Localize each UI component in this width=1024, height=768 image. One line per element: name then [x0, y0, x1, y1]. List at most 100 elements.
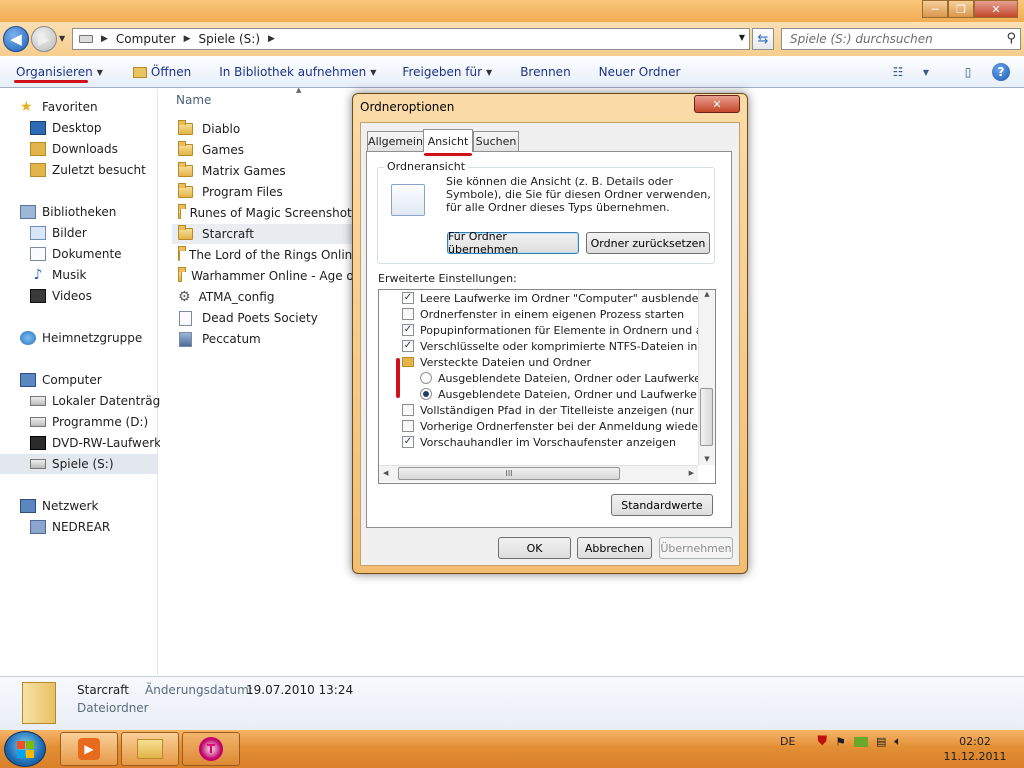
- checkbox-unchecked[interactable]: [402, 308, 414, 320]
- column-header-name[interactable]: Name: [176, 93, 211, 107]
- preview-pane-icon[interactable]: ▯: [958, 63, 978, 81]
- volume-icon[interactable]: 🔈︎: [894, 734, 901, 749]
- cancel-button[interactable]: Abbrechen: [577, 537, 652, 559]
- libraries-icon: [20, 205, 36, 219]
- nav-network[interactable]: Netzwerk: [20, 496, 177, 516]
- list-item[interactable]: Matrix Games: [172, 161, 358, 181]
- breadcrumb-separator[interactable]: ▶: [101, 34, 108, 44]
- antivirus-icon[interactable]: ⛊: [817, 734, 827, 749]
- image-file-icon: [179, 331, 192, 347]
- share-with-button[interactable]: Freigeben für ▼: [402, 65, 492, 79]
- restore-defaults-button[interactable]: Standardwerte: [611, 494, 713, 516]
- network-tray-icon[interactable]: ▤: [876, 735, 886, 748]
- tab-view[interactable]: Ansicht: [423, 129, 473, 152]
- nav-computer[interactable]: Computer: [20, 370, 177, 390]
- list-item[interactable]: Diablo: [172, 119, 358, 139]
- nav-homegroup[interactable]: Heimnetzgruppe: [20, 328, 177, 348]
- open-button[interactable]: Öffnen: [132, 65, 192, 79]
- radio-selected[interactable]: [420, 388, 432, 400]
- folder-icon: [402, 357, 414, 367]
- list-item[interactable]: The Lord of the Rings Online: [172, 245, 358, 265]
- option-full-path[interactable]: Vollständigen Pfad in der Titelleiste an…: [402, 402, 698, 418]
- organize-menu-button[interactable]: Organisieren ▼: [16, 65, 103, 79]
- breadcrumb-separator[interactable]: ▶: [184, 34, 191, 44]
- search-input[interactable]: Spiele (S:) durchsuchen ⚲: [781, 28, 1021, 50]
- clock[interactable]: 02:02 11.12.2011: [930, 734, 1020, 764]
- chevron-down-icon[interactable]: ▼: [922, 63, 930, 81]
- apply-to-folders-button[interactable]: Für Ordner übernehmen: [447, 230, 579, 256]
- search-placeholder: Spiele (S:) durchsuchen: [790, 32, 933, 46]
- option-popup-info[interactable]: ✓ Popupinformationen für Elemente in Ordn…: [402, 322, 698, 338]
- refresh-button[interactable]: ⇆: [752, 28, 774, 50]
- checkbox-checked[interactable]: ✓: [402, 436, 414, 448]
- breadcrumb-separator[interactable]: ▶: [268, 34, 275, 44]
- ok-button[interactable]: OK: [498, 537, 571, 559]
- checkbox-unchecked[interactable]: [402, 404, 414, 416]
- nav-favorites[interactable]: ★ Favoriten: [20, 97, 177, 117]
- list-item[interactable]: ⚙ ATMA_config: [172, 287, 358, 307]
- option-separate-process[interactable]: Ordnerfenster in einem eigenen Prozess s…: [402, 306, 698, 322]
- burn-button[interactable]: Brennen: [520, 65, 570, 79]
- list-item-selected[interactable]: Starcraft: [172, 224, 358, 244]
- checkbox-unchecked[interactable]: [402, 420, 414, 432]
- address-history-dropdown-icon[interactable]: ▼: [739, 33, 745, 42]
- nav-libraries[interactable]: Bibliotheken: [20, 202, 177, 222]
- recent-pages-dropdown-icon[interactable]: ▼: [59, 34, 65, 43]
- list-item[interactable]: Program Files: [172, 182, 358, 202]
- option-restore-windows[interactable]: Vorherige Ordnerfenster bei der Anmeldun…: [402, 418, 698, 434]
- tab-search[interactable]: Suchen: [473, 131, 519, 151]
- option-show-hidden[interactable]: Ausgeblendete Dateien, Ordner und Laufwe…: [420, 386, 698, 402]
- file-name: Dead Poets Society: [202, 311, 318, 325]
- list-item[interactable]: Games: [172, 140, 358, 160]
- nvidia-icon[interactable]: [853, 736, 868, 747]
- close-window-button[interactable]: ✕: [974, 0, 1018, 18]
- library-label: In Bibliothek aufnehmen: [219, 65, 367, 79]
- scroll-up-icon[interactable]: ▲: [699, 290, 715, 298]
- breadcrumb-computer[interactable]: Computer: [116, 32, 176, 46]
- address-bar[interactable]: ▶ Computer ▶ Spiele (S:) ▶ ▼: [72, 28, 750, 50]
- taskbar-media-player[interactable]: ▶: [60, 732, 118, 766]
- radio-unselected[interactable]: [420, 372, 432, 384]
- scroll-left-icon[interactable]: ◀: [383, 469, 388, 477]
- minimize-button[interactable]: ─: [922, 0, 948, 18]
- checkbox-checked[interactable]: ✓: [402, 324, 414, 336]
- start-button[interactable]: [4, 731, 46, 767]
- maximize-button[interactable]: ❐: [948, 0, 974, 18]
- checkbox-checked[interactable]: ✓: [402, 340, 414, 352]
- vertical-scroll-thumb[interactable]: [700, 388, 713, 446]
- help-icon[interactable]: ?: [992, 63, 1010, 81]
- folder-icon: [132, 66, 147, 78]
- list-item[interactable]: Runes of Magic Screenshots: [172, 203, 358, 223]
- option-dont-show-hidden[interactable]: Ausgeblendete Dateien, Ordner oder Laufw…: [420, 370, 698, 386]
- taskbar-explorer[interactable]: [121, 732, 179, 766]
- search-icon[interactable]: ⚲: [1006, 31, 1016, 46]
- open-label: Öffnen: [150, 65, 192, 79]
- breadcrumb-games-drive[interactable]: Spiele (S:): [199, 32, 261, 46]
- list-item[interactable]: Peccatum: [172, 329, 358, 349]
- horizontal-scroll-thumb[interactable]: III: [398, 467, 620, 480]
- checkbox-checked[interactable]: ✓: [402, 292, 414, 304]
- reset-folders-button[interactable]: Ordner zurücksetzen: [586, 232, 710, 254]
- action-center-flag-icon[interactable]: ⚑: [835, 735, 846, 749]
- option-preview-handlers[interactable]: ✓ Vorschauhandler im Vorschaufenster anze…: [402, 434, 698, 450]
- new-folder-button[interactable]: Neuer Ordner: [599, 65, 681, 79]
- nav-label: Computer: [42, 373, 102, 387]
- language-indicator[interactable]: DE: [780, 735, 795, 748]
- nav-games-drive[interactable]: Spiele (S:): [0, 454, 157, 474]
- tab-general[interactable]: Allgemein: [367, 131, 424, 151]
- back-button[interactable]: ◀: [3, 26, 29, 52]
- option-ntfs-color[interactable]: ✓ Verschlüsselte oder komprimierte NTFS-D…: [402, 338, 698, 354]
- scroll-down-icon[interactable]: ▼: [699, 455, 715, 463]
- forward-button[interactable]: ▶: [31, 26, 57, 52]
- change-view-icon[interactable]: ☷: [888, 63, 908, 81]
- option-hide-empty-drives[interactable]: ✓ Leere Laufwerke im Ordner "Computer" au…: [402, 290, 698, 306]
- scroll-right-icon[interactable]: ▶: [689, 469, 694, 477]
- file-name: The Lord of the Rings Online: [189, 248, 358, 262]
- list-item[interactable]: Dead Poets Society: [172, 308, 358, 328]
- folder-icon: [178, 120, 193, 135]
- dialog-close-button[interactable]: ✕: [694, 95, 740, 113]
- computer-icon: [20, 373, 36, 387]
- list-item[interactable]: Warhammer Online - Age of: [172, 266, 358, 286]
- include-in-library-button[interactable]: In Bibliothek aufnehmen ▼: [219, 65, 376, 79]
- taskbar-telekom[interactable]: T: [182, 732, 240, 766]
